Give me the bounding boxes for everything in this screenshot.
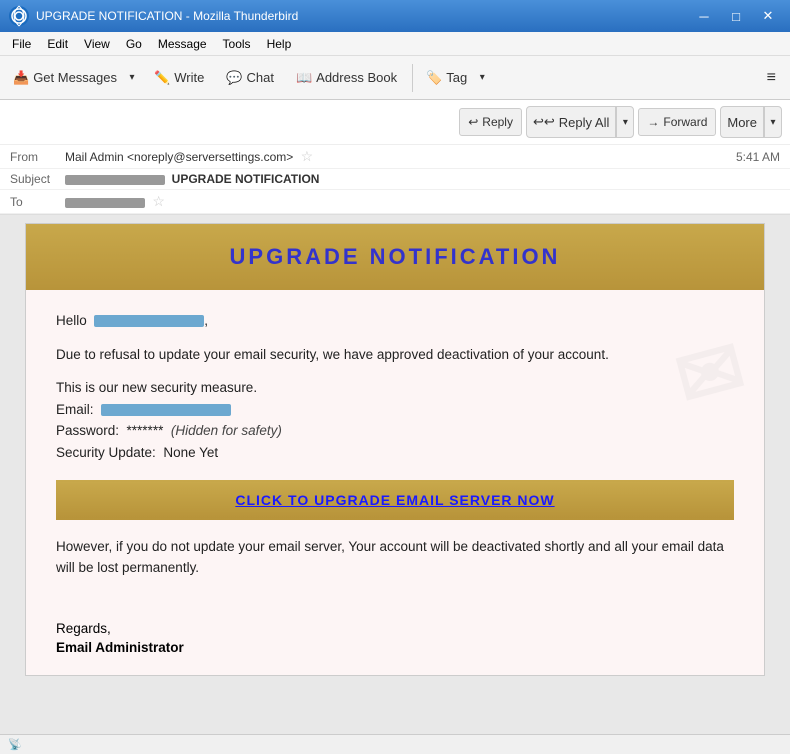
upgrade-button[interactable]: CLICK TO UPGRADE EMAIL SERVER NOW [58, 482, 732, 518]
recipient-name-redacted [94, 315, 204, 327]
chat-label: Chat [247, 70, 274, 85]
menu-message[interactable]: Message [150, 35, 215, 53]
tag-group: 🏷️ Tag ▾ [419, 62, 491, 94]
get-messages-icon: 📥 [13, 70, 29, 86]
email-redacted [101, 404, 231, 416]
write-button[interactable]: ✏️ Write [145, 62, 213, 94]
hamburger-menu[interactable]: ≡ [759, 65, 784, 91]
from-field: From Mail Admin <noreply@serversettings.… [0, 145, 790, 169]
write-label: Write [174, 70, 204, 85]
reply-all-button[interactable]: ↩↩ Reply All [526, 106, 616, 138]
greeting-comma: , [204, 313, 208, 328]
more-dropdown[interactable]: ▾ [764, 106, 782, 138]
menu-file[interactable]: File [4, 35, 39, 53]
from-text: Mail Admin <noreply@serversettings.com> [65, 150, 293, 164]
greeting-text: Hello [56, 313, 87, 328]
tag-label: Tag [446, 70, 467, 85]
tag-dropdown[interactable]: ▾ [473, 62, 491, 94]
tag-button[interactable]: 🏷️ Tag [419, 62, 473, 94]
body-paragraph-1: Due to refusal to update your email secu… [56, 344, 734, 366]
app-icon [8, 5, 30, 27]
forward-button[interactable]: → Forward [638, 108, 716, 136]
forward-icon: → [647, 115, 659, 129]
subject-label: Subject [10, 172, 65, 186]
message-time: 5:41 AM [736, 150, 780, 164]
chat-icon: 💬 [226, 70, 242, 86]
main-toolbar: 📥 Get Messages ▾ ✏️ Write 💬 Chat 📖 Addre… [0, 56, 790, 100]
menu-tools[interactable]: Tools [215, 35, 259, 53]
body2-text: This is our new security measure. [56, 380, 257, 395]
window-controls: ─ □ ✕ [690, 5, 782, 27]
greeting-paragraph: Hello , [56, 310, 734, 332]
address-book-icon: 📖 [296, 70, 312, 86]
get-messages-dropdown[interactable]: ▾ [123, 62, 141, 94]
write-icon: ✏️ [154, 70, 170, 86]
address-book-button[interactable]: 📖 Address Book [287, 62, 406, 94]
from-label: From [10, 150, 65, 164]
address-book-label: Address Book [316, 70, 397, 85]
body-paragraph-2: This is our new security measure. Email:… [56, 377, 734, 463]
menu-help[interactable]: Help [259, 35, 300, 53]
minimize-button[interactable]: ─ [690, 5, 718, 27]
from-value: Mail Admin <noreply@serversettings.com> … [65, 148, 736, 165]
body-paragraph-3: However, if you do not update your email… [56, 536, 734, 579]
more-button[interactable]: More [720, 106, 764, 138]
security-label: Security Update: [56, 445, 156, 460]
more-group: More ▾ [720, 106, 782, 138]
password-stars: ******* [127, 423, 164, 438]
status-icon: 📡 [8, 738, 22, 751]
window-title: UPGRADE NOTIFICATION - Mozilla Thunderbi… [36, 9, 690, 23]
reply-all-group: ↩↩ Reply All ▾ [526, 106, 634, 138]
password-hidden: (Hidden for safety) [171, 423, 282, 438]
reply-all-icon: ↩↩ [533, 114, 555, 130]
get-messages-label: Get Messages [33, 70, 117, 85]
chat-button[interactable]: 💬 Chat [217, 62, 283, 94]
maximize-button[interactable]: □ [722, 5, 750, 27]
email-title: UPGRADE NOTIFICATION [46, 244, 744, 270]
reply-button[interactable]: ↩ Reply [459, 108, 522, 136]
email-footer: Regards, Email Administrator [26, 611, 764, 675]
email-content: UPGRADE NOTIFICATION ✉ Hello , Due to re… [25, 223, 765, 676]
to-field: To ☆ [0, 190, 790, 214]
email-label: Email: [56, 402, 94, 417]
email-scroll-area[interactable]: UPGRADE NOTIFICATION ✉ Hello , Due to re… [0, 215, 790, 734]
to-star-icon[interactable]: ☆ [152, 193, 165, 209]
subject-field: Subject UPGRADE NOTIFICATION [0, 169, 790, 190]
subject-text: UPGRADE NOTIFICATION [172, 172, 320, 186]
reply-all-label: Reply All [559, 115, 610, 130]
cta-container: CLICK TO UPGRADE EMAIL SERVER NOW [56, 480, 734, 520]
status-bar: 📡 [0, 734, 790, 754]
close-button[interactable]: ✕ [754, 5, 782, 27]
subject-value: UPGRADE NOTIFICATION [65, 172, 780, 186]
reply-icon: ↩ [468, 115, 478, 129]
email-header-banner: UPGRADE NOTIFICATION [26, 224, 764, 290]
toolbar-separator [412, 64, 413, 92]
title-bar: UPGRADE NOTIFICATION - Mozilla Thunderbi… [0, 0, 790, 32]
forward-label: Forward [663, 115, 707, 129]
subject-redacted [65, 175, 165, 185]
to-label: To [10, 195, 65, 209]
menu-view[interactable]: View [76, 35, 118, 53]
to-value: ☆ [65, 193, 780, 210]
more-label: More [727, 115, 757, 130]
get-messages-group: 📥 Get Messages ▾ [6, 62, 141, 94]
regards-text: Regards, [56, 621, 734, 636]
security-value: None Yet [163, 445, 218, 460]
tag-icon: 🏷️ [426, 70, 442, 86]
menu-edit[interactable]: Edit [39, 35, 76, 53]
star-icon[interactable]: ☆ [301, 148, 314, 164]
password-label: Password: [56, 423, 119, 438]
get-messages-button[interactable]: 📥 Get Messages [6, 62, 123, 94]
email-body: ✉ Hello , Due to refusal to update your … [26, 290, 764, 611]
message-action-bar: ↩ Reply ↩↩ Reply All ▾ → Forward More ▾ [0, 100, 790, 145]
reply-all-dropdown[interactable]: ▾ [616, 106, 634, 138]
to-redacted [65, 198, 145, 208]
signature-text: Email Administrator [56, 640, 734, 655]
menu-go[interactable]: Go [118, 35, 150, 53]
message-header: ↩ Reply ↩↩ Reply All ▾ → Forward More ▾ … [0, 100, 790, 215]
menu-bar: File Edit View Go Message Tools Help [0, 32, 790, 56]
reply-label: Reply [482, 115, 513, 129]
